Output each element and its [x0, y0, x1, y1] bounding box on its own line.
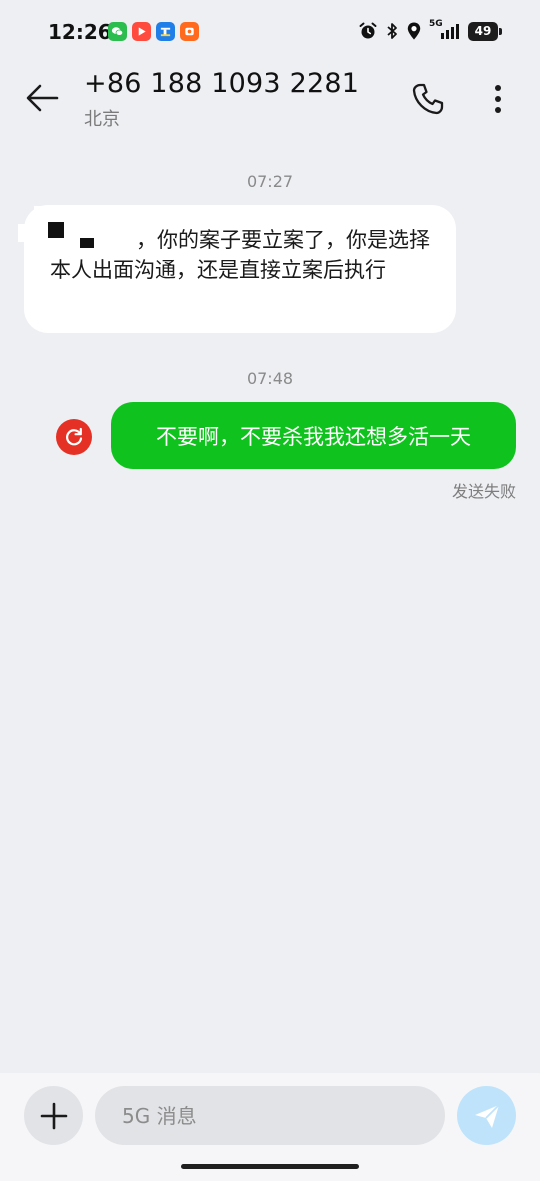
send-button[interactable]: [457, 1086, 516, 1145]
conversation-header: +86 188 1093 2281 北京: [0, 66, 540, 138]
redaction-mark: [18, 224, 44, 242]
redaction-mark: [80, 238, 94, 248]
message-timestamp: 07:27: [246, 172, 294, 191]
contact-location: 北京: [84, 109, 120, 130]
send-failed-status: 发送失败: [451, 482, 516, 501]
attach-button[interactable]: [24, 1086, 83, 1145]
outgoing-message-bubble[interactable]: 不要啊，不要杀我我还想多活一天: [111, 402, 516, 469]
signal-icon: 5G: [429, 19, 461, 41]
bluetooth-icon: [387, 23, 397, 39]
notification-app-icons: [108, 22, 199, 41]
more-vertical-icon: [495, 85, 501, 113]
status-time: 12:26: [48, 20, 112, 44]
battery-level: 49: [474, 23, 492, 38]
shop-app-icon: [180, 22, 199, 41]
status-bar: 12:26 5G 49: [0, 0, 540, 66]
more-options-button[interactable]: [482, 80, 514, 118]
phone-icon: [412, 83, 444, 115]
incoming-message-text: ，你的案子要立案了，你是选择本人出面沟通，还是直接立案后执行: [50, 228, 430, 282]
location-icon: [407, 22, 421, 40]
redaction-mark: [48, 222, 64, 238]
messages-screen: 12:26 5G 49 +86 188 1093 2281 北京 07:27 ，…: [0, 0, 540, 1181]
call-button[interactable]: [408, 80, 448, 118]
send-icon: [474, 1103, 500, 1128]
message-timestamp: 07:48: [246, 369, 294, 388]
message-input[interactable]: [95, 1086, 445, 1145]
video-app-icon: [132, 22, 151, 41]
bank-app-icon: [156, 22, 175, 41]
alarm-icon: [359, 22, 377, 39]
wechat-icon: [108, 22, 127, 41]
battery-icon: 49: [468, 21, 502, 41]
back-button[interactable]: [22, 80, 62, 116]
retry-icon: [66, 427, 83, 446]
system-status-icons: 5G 49: [358, 19, 502, 41]
home-indicator[interactable]: [181, 1164, 359, 1169]
outgoing-message-text: 不要啊，不要杀我我还想多活一天: [156, 424, 471, 449]
arrow-left-icon: [26, 84, 59, 112]
resend-button[interactable]: [56, 419, 92, 455]
contact-number: +86 188 1093 2281: [84, 68, 360, 99]
plus-icon: [40, 1102, 67, 1129]
composer-bar: [0, 1073, 540, 1181]
